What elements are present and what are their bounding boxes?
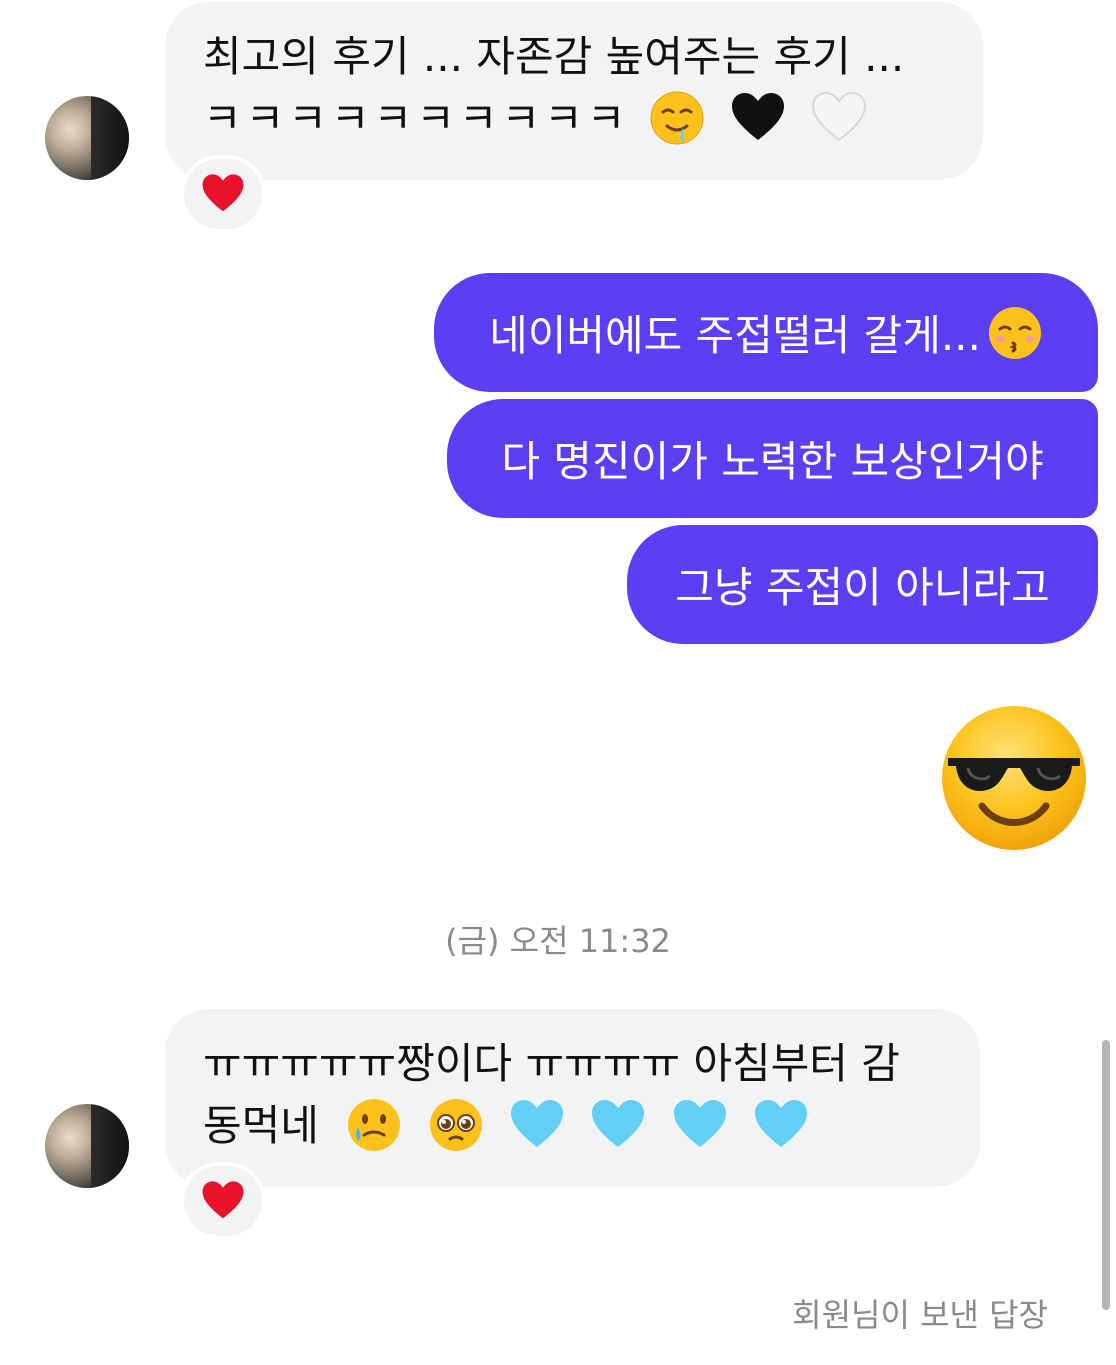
message-text-line: 최고의 후기 ... 자존감 높여주는 후기 ... <box>203 32 905 81</box>
message-timestamp: (금) 오전 11:32 <box>445 922 671 960</box>
drooling-face-icon <box>650 91 704 144</box>
light-blue-heart-icon <box>592 1099 645 1147</box>
message-text: 동먹네 <box>203 1101 319 1150</box>
light-blue-heart-icon <box>511 1099 563 1147</box>
red-heart-icon <box>202 1181 244 1219</box>
chat-thread: 최고의 후기 ... 자존감 높여주는 후기 ... ㅋㅋㅋㅋㅋㅋㅋㅋㅋㅋ 네이… <box>0 0 1116 1365</box>
sunglasses-face-icon[interactable] <box>940 704 1088 852</box>
tear-smile-face-icon <box>348 1098 401 1151</box>
outgoing-message-bubble[interactable]: 네이버에도 주접떨러 갈게... <box>434 273 1098 392</box>
message-text: 다 명진이가 노력한 보상인거야 <box>501 437 1044 486</box>
light-blue-heart-icon <box>755 1099 808 1147</box>
scrollbar[interactable] <box>1102 1040 1110 1310</box>
pleading-face-icon <box>429 1098 482 1151</box>
reply-status-label: 회원님이 보낸 답장 <box>792 1296 1048 1334</box>
kissing-face-icon <box>988 306 1041 359</box>
incoming-message-bubble[interactable]: 최고의 후기 ... 자존감 높여주는 후기 ... ㅋㅋㅋㅋㅋㅋㅋㅋㅋㅋ <box>165 2 983 180</box>
message-text: ㅋㅋㅋㅋㅋㅋㅋㅋㅋㅋ <box>203 94 630 143</box>
light-blue-heart-icon <box>673 1099 726 1147</box>
white-heart-icon <box>812 91 867 141</box>
avatar[interactable] <box>45 1104 129 1188</box>
avatar[interactable] <box>45 96 129 180</box>
message-text-line: ㅋㅋㅋㅋㅋㅋㅋㅋㅋㅋ <box>203 88 945 150</box>
red-heart-icon <box>202 174 244 212</box>
message-text: 그냥 주접이 아니라고 <box>675 563 1050 612</box>
message-reaction[interactable] <box>180 1162 266 1240</box>
outgoing-message-bubble[interactable]: 다 명진이가 노력한 보상인거야 <box>447 399 1098 518</box>
outgoing-message-bubble[interactable]: 그냥 주접이 아니라고 <box>627 525 1098 644</box>
message-text-line: ㅠㅠㅠㅠㅠ짱이다 ㅠㅠㅠㅠ 아침부터 감 <box>203 1039 900 1088</box>
black-heart-icon <box>732 92 785 140</box>
message-text: 네이버에도 주접떨러 갈게... <box>489 311 981 360</box>
message-reaction[interactable] <box>180 155 266 233</box>
message-text-line: 동먹네 <box>203 1095 942 1157</box>
incoming-message-bubble[interactable]: ㅠㅠㅠㅠㅠ짱이다 ㅠㅠㅠㅠ 아침부터 감 동먹네 <box>165 1009 980 1187</box>
